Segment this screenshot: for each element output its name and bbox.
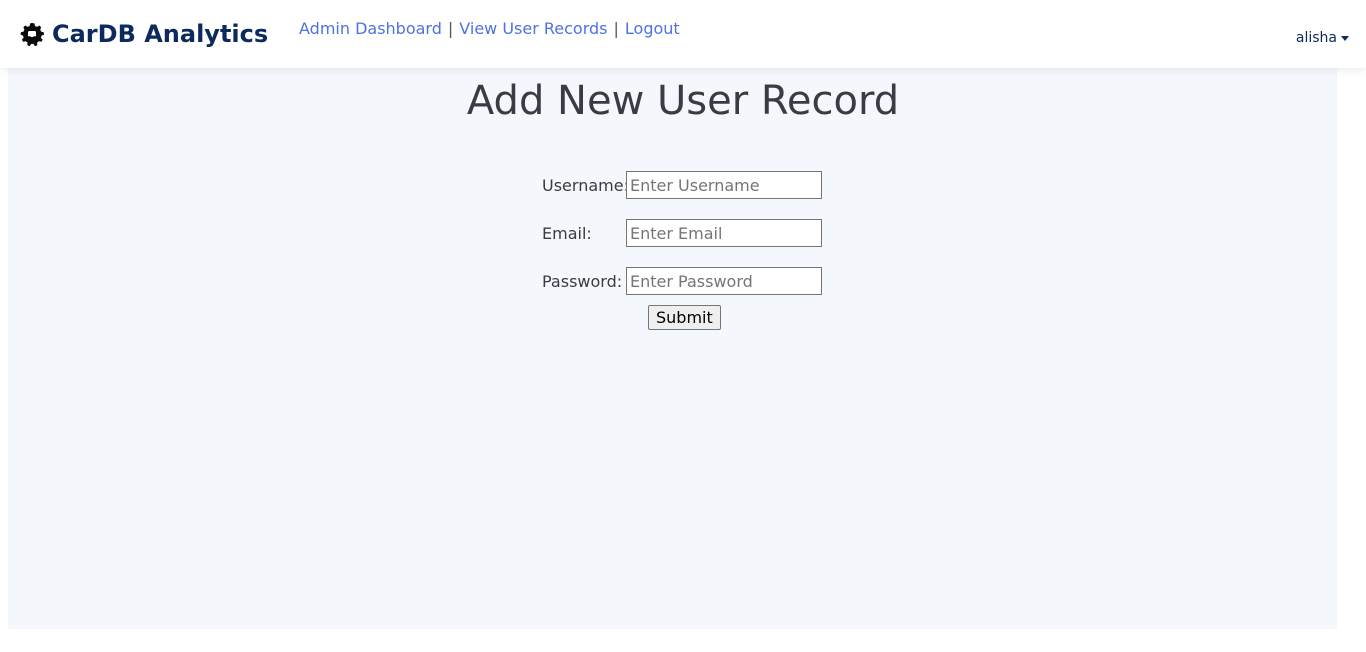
nav-separator: | — [447, 19, 454, 38]
password-row: Password: — [542, 257, 822, 305]
username-row: Username: — [542, 161, 822, 209]
add-user-form: Username: Email: Password: — [542, 161, 822, 305]
email-row: Email: — [542, 209, 822, 257]
main-content: Add New User Record Username: Email: Pas… — [8, 68, 1337, 629]
password-input[interactable] — [626, 267, 822, 295]
email-label: Email: — [542, 223, 592, 243]
brand-name: CarDB Analytics — [52, 20, 269, 48]
brand-link[interactable]: CarDB Analytics — [18, 20, 268, 48]
top-navbar: CarDB Analytics Admin Dashboard | View Use… — [0, 0, 1366, 68]
nav-view-user-records[interactable]: View User Records — [459, 19, 607, 38]
nav-links: Admin Dashboard | View User Records | Logout — [299, 19, 680, 38]
user-name: alisha — [1295, 30, 1337, 46]
page-title: Add New User Record — [466, 78, 900, 124]
caret-down-icon — [1341, 35, 1349, 41]
gear-icon — [18, 20, 46, 48]
nav-admin-dashboard[interactable]: Admin Dashboard — [299, 19, 442, 38]
user-dropdown[interactable]: alisha — [1296, 30, 1349, 46]
submit-row: Submit — [648, 305, 721, 330]
username-label: Username: — [542, 175, 629, 195]
email-input[interactable] — [626, 219, 822, 247]
nav-logout[interactable]: Logout — [625, 19, 680, 38]
password-label: Password: — [542, 271, 623, 291]
username-input[interactable] — [626, 171, 822, 199]
submit-button[interactable]: Submit — [648, 305, 721, 330]
nav-separator: | — [613, 19, 619, 38]
